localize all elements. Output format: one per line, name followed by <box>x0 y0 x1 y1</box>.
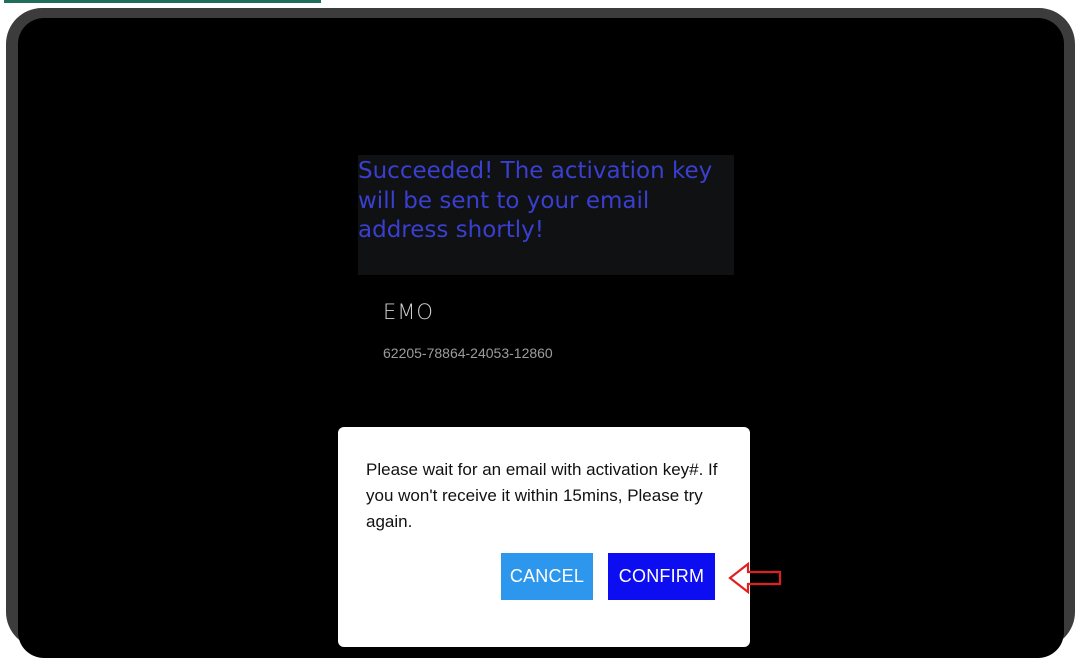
left-arrow-icon <box>728 562 782 594</box>
serial-number: 62205-78864-24053-12860 <box>383 345 553 361</box>
dialog-message: Please wait for an email with activation… <box>366 460 718 531</box>
top-link-underline <box>4 0 321 3</box>
confirm-button[interactable]: CONFIRM <box>608 553 715 600</box>
success-message: Succeeded! The activation key will be se… <box>358 158 713 243</box>
app-name: EMO <box>383 300 434 324</box>
cancel-button[interactable]: CANCEL <box>501 553 593 600</box>
confirmation-dialog: Please wait for an email with activation… <box>338 427 750 647</box>
success-message-box: Succeeded! The activation key will be se… <box>358 155 734 275</box>
